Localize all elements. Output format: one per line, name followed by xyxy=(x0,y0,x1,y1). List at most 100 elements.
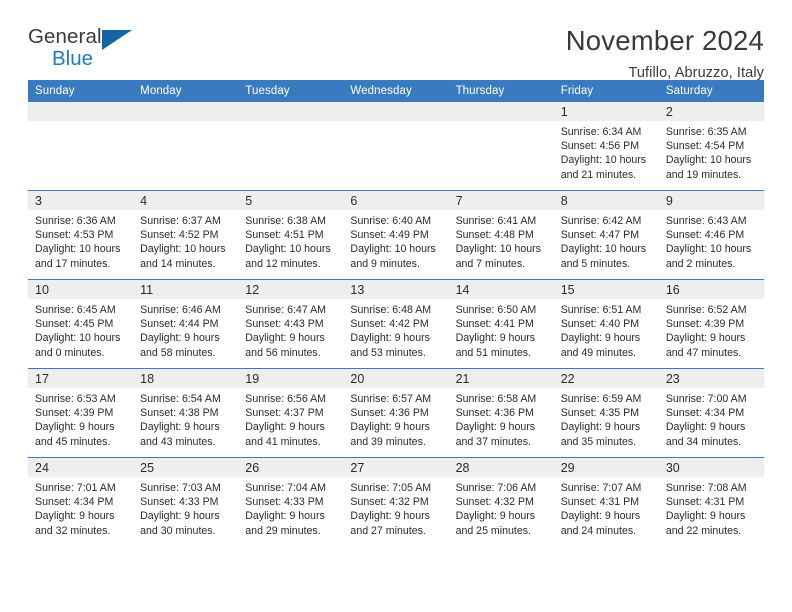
day-number-band: 5 xyxy=(238,191,344,210)
calendar-cell-body: Sunrise: 6:46 AM Sunset: 4:44 PM Daylight:… xyxy=(133,299,238,368)
weekday-header-tuesday: Tuesday xyxy=(238,80,344,102)
daylight-text: Daylight: 10 hours and 17 minutes. xyxy=(35,243,121,270)
day-number: 11 xyxy=(140,283,154,297)
daylight-text: Daylight: 9 hours and 39 minutes. xyxy=(350,421,430,448)
daylight-text: Daylight: 10 hours and 21 minutes. xyxy=(560,154,647,181)
calendar-cell-empty xyxy=(238,102,344,191)
sunrise-text: Sunrise: 6:48 AM xyxy=(350,304,432,316)
calendar-day-cell[interactable]: 13 Sunrise: 6:48 AM Sunset: 4:42 PM Dayligh… xyxy=(343,279,449,369)
day-number-band: 22 xyxy=(553,369,659,388)
sunrise-text: Sunrise: 6:50 AM xyxy=(455,304,537,316)
calendar-day-cell[interactable]: 20 Sunrise: 6:57 AM Sunset: 4:36 PM Dayligh… xyxy=(343,368,449,458)
daylight-text: Daylight: 9 hours and 49 minutes. xyxy=(560,332,641,359)
sunset-text: Sunset: 4:42 PM xyxy=(350,318,429,331)
weekday-header-thursday: Thursday xyxy=(448,80,554,102)
calendar-cell-body: Sunrise: 6:51 AM Sunset: 4:40 PM Daylight:… xyxy=(554,299,659,368)
day-number-band: 26 xyxy=(238,458,344,477)
sunrise-text: Sunrise: 6:58 AM xyxy=(455,393,537,405)
calendar-day-cell[interactable]: 25 Sunrise: 7:03 AM Sunset: 4:33 PM Dayligh… xyxy=(133,457,239,546)
calendar-cell-body: Sunrise: 7:04 AM Sunset: 4:33 PM Daylight:… xyxy=(238,477,343,546)
calendar-cell-body: Sunrise: 7:01 AM Sunset: 4:34 PM Daylight:… xyxy=(28,477,133,546)
sunset-text: Sunset: 4:39 PM xyxy=(665,318,745,331)
calendar-day-cell[interactable]: 6 Sunrise: 6:40 AM Sunset: 4:49 PM Daylight… xyxy=(343,190,449,280)
sunrise-text: Sunrise: 6:54 AM xyxy=(140,393,221,405)
page-title: November 2024 xyxy=(565,25,764,56)
day-number-band: 19 xyxy=(238,369,344,388)
sunset-text: Sunset: 4:49 PM xyxy=(350,229,429,242)
day-number-band: 6 xyxy=(343,191,449,210)
brand-logo[interactable]: General Blue xyxy=(28,26,148,73)
calendar-day-cell[interactable]: 21 Sunrise: 6:58 AM Sunset: 4:36 PM Dayligh… xyxy=(448,368,554,458)
day-number-band: 13 xyxy=(343,280,449,299)
calendar-day-cell[interactable]: 27 Sunrise: 7:05 AM Sunset: 4:32 PM Dayligh… xyxy=(343,457,449,546)
calendar-day-cell[interactable]: 9 Sunrise: 6:43 AM Sunset: 4:46 PM Daylight… xyxy=(658,190,764,280)
calendar-day-cell[interactable]: 3 Sunrise: 6:36 AM Sunset: 4:53 PM Daylight… xyxy=(28,190,134,280)
daylight-text: Daylight: 9 hours and 25 minutes. xyxy=(455,510,536,537)
day-number: 16 xyxy=(665,283,680,297)
calendar-day-cell[interactable]: 1 Sunrise: 6:34 AM Sunset: 4:56 PM Daylight… xyxy=(553,102,659,191)
daylight-text: Daylight: 10 hours and 14 minutes. xyxy=(140,243,226,270)
calendar-day-cell[interactable]: 12 Sunrise: 6:47 AM Sunset: 4:43 PM Dayligh… xyxy=(238,279,344,369)
calendar-day-cell[interactable]: 5 Sunrise: 6:38 AM Sunset: 4:51 PM Daylight… xyxy=(238,190,344,280)
day-number-band: 11 xyxy=(133,280,239,299)
sunset-text: Sunset: 4:44 PM xyxy=(140,318,219,331)
calendar-day-cell[interactable]: 4 Sunrise: 6:37 AM Sunset: 4:52 PM Daylight… xyxy=(133,190,239,280)
calendar-cell-empty xyxy=(133,102,239,191)
calendar-day-cell[interactable]: 17 Sunrise: 6:53 AM Sunset: 4:39 PM Dayligh… xyxy=(28,368,134,458)
calendar-day-cell[interactable]: 11 Sunrise: 6:46 AM Sunset: 4:44 PM Dayligh… xyxy=(133,279,239,369)
calendar-day-cell[interactable]: 29 Sunrise: 7:07 AM Sunset: 4:31 PM Dayligh… xyxy=(553,457,659,546)
calendar-day-cell[interactable]: 16 Sunrise: 6:52 AM Sunset: 4:39 PM Dayligh… xyxy=(658,279,764,369)
daylight-text: Daylight: 9 hours and 22 minutes. xyxy=(665,510,746,537)
calendar-week-row: 10 Sunrise: 6:45 AM Sunset: 4:45 PM Dayligh… xyxy=(28,279,764,369)
calendar-day-cell[interactable]: 28 Sunrise: 7:06 AM Sunset: 4:32 PM Dayligh… xyxy=(448,457,554,546)
day-number: 30 xyxy=(665,461,680,475)
calendar-day-cell[interactable]: 2 Sunrise: 6:35 AM Sunset: 4:54 PM Daylight… xyxy=(658,102,764,191)
calendar-cell-body: Sunrise: 7:07 AM Sunset: 4:31 PM Daylight:… xyxy=(554,477,659,546)
calendar-day-cell[interactable]: 22 Sunrise: 6:59 AM Sunset: 4:35 PM Dayligh… xyxy=(553,368,659,458)
sunset-text: Sunset: 4:41 PM xyxy=(455,318,534,331)
day-number-band xyxy=(343,102,449,121)
day-number-band: 25 xyxy=(133,458,239,477)
day-number-band: 20 xyxy=(343,369,449,388)
calendar-page: General Blue November 2024 Tufillo, Abru… xyxy=(0,0,792,612)
sunrise-text: Sunrise: 6:52 AM xyxy=(665,304,747,316)
daylight-text: Daylight: 9 hours and 27 minutes. xyxy=(350,510,430,537)
sunset-text: Sunset: 4:32 PM xyxy=(455,496,534,509)
sunrise-text: Sunrise: 6:41 AM xyxy=(455,215,537,227)
calendar-cell-body: Sunrise: 6:52 AM Sunset: 4:39 PM Daylight:… xyxy=(659,299,764,368)
calendar-day-cell[interactable]: 8 Sunrise: 6:42 AM Sunset: 4:47 PM Daylight… xyxy=(553,190,659,280)
calendar-cell-body xyxy=(449,121,554,190)
calendar-day-cell[interactable]: 14 Sunrise: 6:50 AM Sunset: 4:41 PM Dayligh… xyxy=(448,279,554,369)
calendar-day-cell[interactable]: 30 Sunrise: 7:08 AM Sunset: 4:31 PM Dayligh… xyxy=(658,457,764,546)
calendar-day-cell[interactable]: 24 Sunrise: 7:01 AM Sunset: 4:34 PM Dayligh… xyxy=(28,457,134,546)
day-number: 28 xyxy=(455,461,470,475)
location-subtitle: Tufillo, Abruzzo, Italy xyxy=(628,64,764,81)
weekday-header-row: Sunday Monday Tuesday Wednesday Thursday… xyxy=(28,80,764,102)
sunrise-text: Sunrise: 7:05 AM xyxy=(350,482,432,494)
daylight-text: Daylight: 9 hours and 37 minutes. xyxy=(455,421,536,448)
day-number: 27 xyxy=(350,461,365,475)
calendar-cell-body: Sunrise: 6:58 AM Sunset: 4:36 PM Daylight:… xyxy=(449,388,554,457)
day-number: 29 xyxy=(560,461,575,475)
day-number-band xyxy=(448,102,554,121)
calendar-day-cell[interactable]: 18 Sunrise: 6:54 AM Sunset: 4:38 PM Dayligh… xyxy=(133,368,239,458)
calendar-day-cell[interactable]: 10 Sunrise: 6:45 AM Sunset: 4:45 PM Dayligh… xyxy=(28,279,134,369)
daylight-text: Daylight: 9 hours and 32 minutes. xyxy=(35,510,115,537)
calendar-day-cell[interactable]: 19 Sunrise: 6:56 AM Sunset: 4:37 PM Dayligh… xyxy=(238,368,344,458)
calendar-cell-body xyxy=(133,121,238,190)
page-header: General Blue November 2024 Tufillo, Abru… xyxy=(28,0,764,79)
calendar-day-cell[interactable]: 7 Sunrise: 6:41 AM Sunset: 4:48 PM Daylight… xyxy=(448,190,554,280)
sunrise-text: Sunrise: 6:56 AM xyxy=(245,393,326,405)
daylight-text: Daylight: 9 hours and 47 minutes. xyxy=(665,332,746,359)
sunrise-text: Sunrise: 6:43 AM xyxy=(665,215,747,227)
daylight-text: Daylight: 10 hours and 0 minutes. xyxy=(35,332,121,359)
calendar-day-cell[interactable]: 26 Sunrise: 7:04 AM Sunset: 4:33 PM Dayligh… xyxy=(238,457,344,546)
calendar-day-cell[interactable]: 23 Sunrise: 7:00 AM Sunset: 4:34 PM Dayligh… xyxy=(658,368,764,458)
sunrise-text: Sunrise: 6:35 AM xyxy=(665,126,747,138)
sunrise-text: Sunrise: 6:53 AM xyxy=(35,393,116,405)
daylight-text: Daylight: 9 hours and 53 minutes. xyxy=(350,332,430,359)
calendar-cell-body: Sunrise: 7:06 AM Sunset: 4:32 PM Daylight:… xyxy=(449,477,554,546)
day-number: 8 xyxy=(560,194,568,208)
calendar-cell-body: Sunrise: 6:47 AM Sunset: 4:43 PM Daylight:… xyxy=(238,299,343,368)
calendar-day-cell[interactable]: 15 Sunrise: 6:51 AM Sunset: 4:40 PM Dayligh… xyxy=(553,279,659,369)
